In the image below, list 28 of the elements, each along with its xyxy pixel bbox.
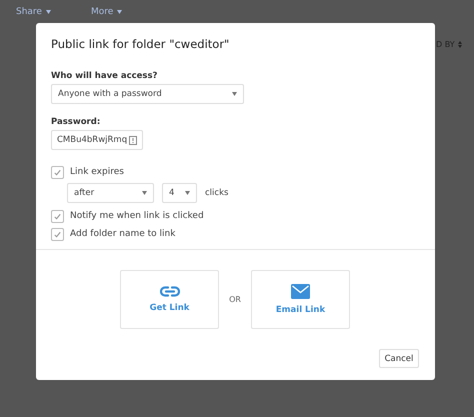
sort-icon: [458, 41, 462, 48]
link-icon: [160, 286, 180, 297]
caret-icon: [185, 191, 190, 195]
checkbox[interactable]: [51, 228, 64, 240]
checkbox-label: Link expires: [70, 167, 124, 177]
password-field[interactable]: CMBu4bRwjRmq: [51, 130, 143, 150]
password-generator-icon[interactable]: [129, 136, 137, 144]
mode-dropdown[interactable]: after: [67, 183, 154, 203]
caret-icon: [117, 10, 122, 14]
caret-icon: [232, 92, 237, 96]
toolbar-menu[interactable]: Share: [16, 6, 42, 16]
checkbox[interactable]: [51, 210, 64, 222]
checkbox[interactable]: [51, 166, 64, 178]
caret-icon: [46, 10, 51, 14]
field-label: Password:: [51, 117, 102, 127]
checkbox-label: Notify me when link is clicked: [70, 211, 204, 221]
access-dropdown[interactable]: Anyone with a password: [51, 84, 244, 104]
checkbox-label: Add folder name to link: [70, 229, 176, 239]
unit-label: clicks: [205, 188, 228, 198]
check-icon: [53, 168, 62, 176]
toolbar-menu[interactable]: More: [90, 6, 114, 16]
envelope-icon: [291, 284, 310, 299]
field-label: Who will have access?: [51, 71, 158, 81]
cancel-button[interactable]: Cancel: [379, 349, 419, 368]
count-dropdown[interactable]: 4: [162, 183, 197, 203]
dialog-title: Public link for folder "cweditor": [51, 37, 230, 51]
separator-label: OR: [228, 295, 242, 304]
caret-icon: [142, 191, 147, 195]
